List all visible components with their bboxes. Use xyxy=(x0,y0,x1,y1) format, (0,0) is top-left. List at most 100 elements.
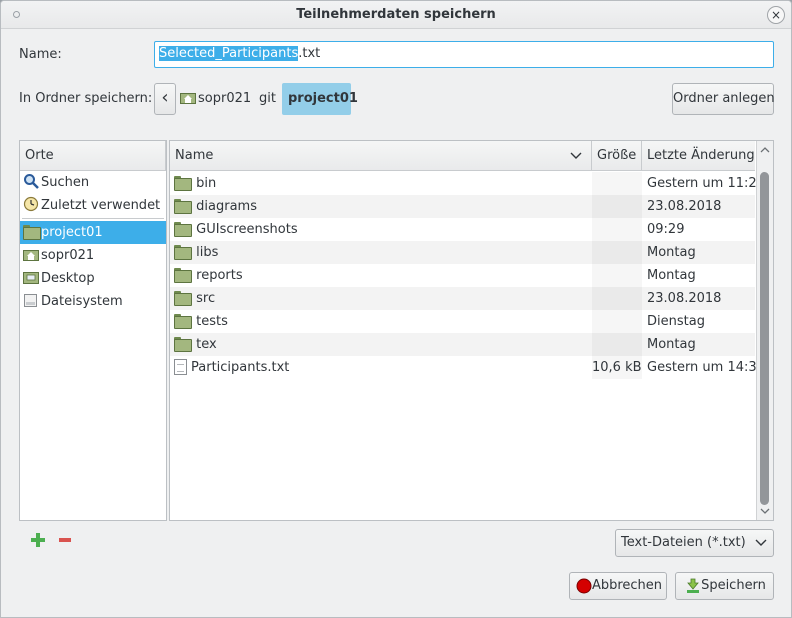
places-item-filesystem[interactable]: Dateisystem xyxy=(20,290,166,313)
file-name-cell: diagrams xyxy=(172,195,591,218)
places-item-desktop[interactable]: Desktop xyxy=(20,267,166,290)
places-item-label: sopr021 xyxy=(41,248,95,263)
column-header-modified[interactable]: Letzte Änderung xyxy=(642,141,755,171)
file-row-tex[interactable]: tex Montag xyxy=(170,333,755,356)
back-button[interactable]: ‹ xyxy=(154,83,176,115)
folder-icon xyxy=(174,314,192,329)
remove-bookmark-icon[interactable] xyxy=(57,532,73,548)
places-item-sopr021[interactable]: sopr021 xyxy=(20,244,166,267)
file-name-cell: Participants.txt xyxy=(172,356,591,379)
places-item-recent[interactable]: Zuletzt verwendet xyxy=(20,194,166,217)
folder-icon xyxy=(174,176,192,191)
places-divider xyxy=(22,218,164,219)
folder-icon xyxy=(174,291,192,306)
column-header-name[interactable]: Name xyxy=(170,141,592,171)
file-size xyxy=(592,310,642,333)
file-modified: 23.08.2018 xyxy=(647,291,722,306)
column-header-size[interactable]: Größe xyxy=(592,141,642,171)
file-row-reports[interactable]: reports Montag xyxy=(170,264,755,287)
home-folder-icon xyxy=(180,90,196,104)
folder-icon xyxy=(174,337,192,352)
breadcrumb-sopr021[interactable]: sopr021 xyxy=(180,83,251,115)
places-sidebar: Orte Suchen Zuletzt verwendet project01 … xyxy=(19,140,167,521)
cancel-button[interactable]: Abbrechen xyxy=(569,572,667,600)
file-list-scrollbar[interactable] xyxy=(756,141,773,520)
file-size xyxy=(592,218,642,241)
folder-icon xyxy=(23,225,41,240)
folder-icon xyxy=(174,199,192,214)
places-item-search[interactable]: Suchen xyxy=(20,171,166,194)
file-modified: 09:29 xyxy=(647,222,685,237)
file-name: src xyxy=(196,291,216,306)
file-name-cell: tex xyxy=(172,333,591,356)
file-name: Participants.txt xyxy=(191,360,290,375)
file-modified: Gestern um 14:31 xyxy=(647,360,765,375)
file-row-src[interactable]: src 23.08.2018 xyxy=(170,287,755,310)
file-row-diagrams[interactable]: diagrams 23.08.2018 xyxy=(170,195,755,218)
column-name-label: Name xyxy=(175,148,214,163)
file-modified: Dienstag xyxy=(647,314,705,329)
file-modified: Montag xyxy=(647,337,696,352)
create-folder-button[interactable]: Ordner anlegen xyxy=(672,83,775,115)
file-row-libs[interactable]: libs Montag xyxy=(170,241,755,264)
places-header: Orte xyxy=(20,141,166,171)
file-name: libs xyxy=(196,245,219,260)
file-modified: Montag xyxy=(647,245,696,260)
file-list: Name Größe Letzte Änderung bin Gestern u… xyxy=(169,140,774,521)
add-bookmark-icon[interactable] xyxy=(30,532,46,548)
places-item-label: Zuletzt verwendet xyxy=(41,198,161,213)
name-label: Name: xyxy=(19,47,62,62)
home-folder-icon xyxy=(23,247,39,261)
file-row-tests[interactable]: tests Dienstag xyxy=(170,310,755,333)
file-list-header: Name Größe Letzte Änderung xyxy=(170,141,755,171)
file-name: reports xyxy=(196,268,243,283)
file-size: 10,6 kB xyxy=(592,356,642,379)
desktop-folder-icon xyxy=(23,269,39,285)
file-size xyxy=(592,264,642,287)
drive-icon xyxy=(23,292,39,308)
filename-selected-text: Selected_Participants xyxy=(159,46,299,61)
save-icon xyxy=(686,578,700,604)
places-item-project01[interactable]: project01 xyxy=(20,221,166,244)
title-bar: Teilnehmerdaten speichern × xyxy=(1,1,791,29)
breadcrumb-git[interactable]: git xyxy=(259,83,276,115)
file-name-cell: GUIscreenshots xyxy=(172,218,591,241)
file-modified: 23.08.2018 xyxy=(647,199,722,214)
file-type-filter-value: Text-Dateien (*.txt) xyxy=(621,535,746,550)
file-row-participants-txt[interactable]: Participants.txt 10,6 kB Gestern um 14:3… xyxy=(170,356,765,379)
file-name-cell: src xyxy=(172,287,591,310)
scrollbar-thumb[interactable] xyxy=(760,172,769,505)
places-item-label: Dateisystem xyxy=(41,294,123,309)
file-modified: Montag xyxy=(647,268,696,283)
folder-icon xyxy=(174,222,192,237)
file-row-guiscreenshots[interactable]: GUIscreenshots 09:29 xyxy=(170,218,755,241)
breadcrumb-project01[interactable]: project01 xyxy=(282,83,358,115)
file-name-cell: tests xyxy=(172,310,591,333)
filename-input[interactable]: Selected_Participants.txt xyxy=(154,41,774,68)
save-dialog: Teilnehmerdaten speichern × Name: Select… xyxy=(0,0,792,618)
scroll-down-icon[interactable] xyxy=(759,505,771,517)
file-size xyxy=(592,172,642,195)
chevron-down-icon xyxy=(755,530,767,566)
scroll-up-icon[interactable] xyxy=(759,144,771,156)
file-type-filter-select[interactable]: Text-Dateien (*.txt) xyxy=(615,529,774,557)
places-item-label: Desktop xyxy=(41,271,95,286)
file-name: tex xyxy=(196,337,217,352)
folder-icon xyxy=(174,268,192,283)
cancel-icon xyxy=(576,578,592,604)
file-row-bin[interactable]: bin Gestern um 11:20 xyxy=(170,172,765,195)
file-size xyxy=(592,195,642,218)
filename-extension-text: .txt xyxy=(298,46,321,61)
close-icon[interactable]: × xyxy=(767,6,785,24)
folder-label: In Ordner speichern: xyxy=(19,91,153,106)
search-icon xyxy=(23,173,39,189)
save-button[interactable]: Speichern xyxy=(675,572,774,600)
cancel-label: Abbrechen xyxy=(591,578,663,593)
file-name: bin xyxy=(196,176,217,191)
file-name-cell: bin xyxy=(172,172,591,195)
save-label: Speichern xyxy=(701,578,766,593)
file-name: GUIscreenshots xyxy=(196,222,298,237)
file-name-cell: reports xyxy=(172,264,591,287)
window-title: Teilnehmerdaten speichern xyxy=(296,7,496,22)
recent-icon xyxy=(23,196,39,212)
